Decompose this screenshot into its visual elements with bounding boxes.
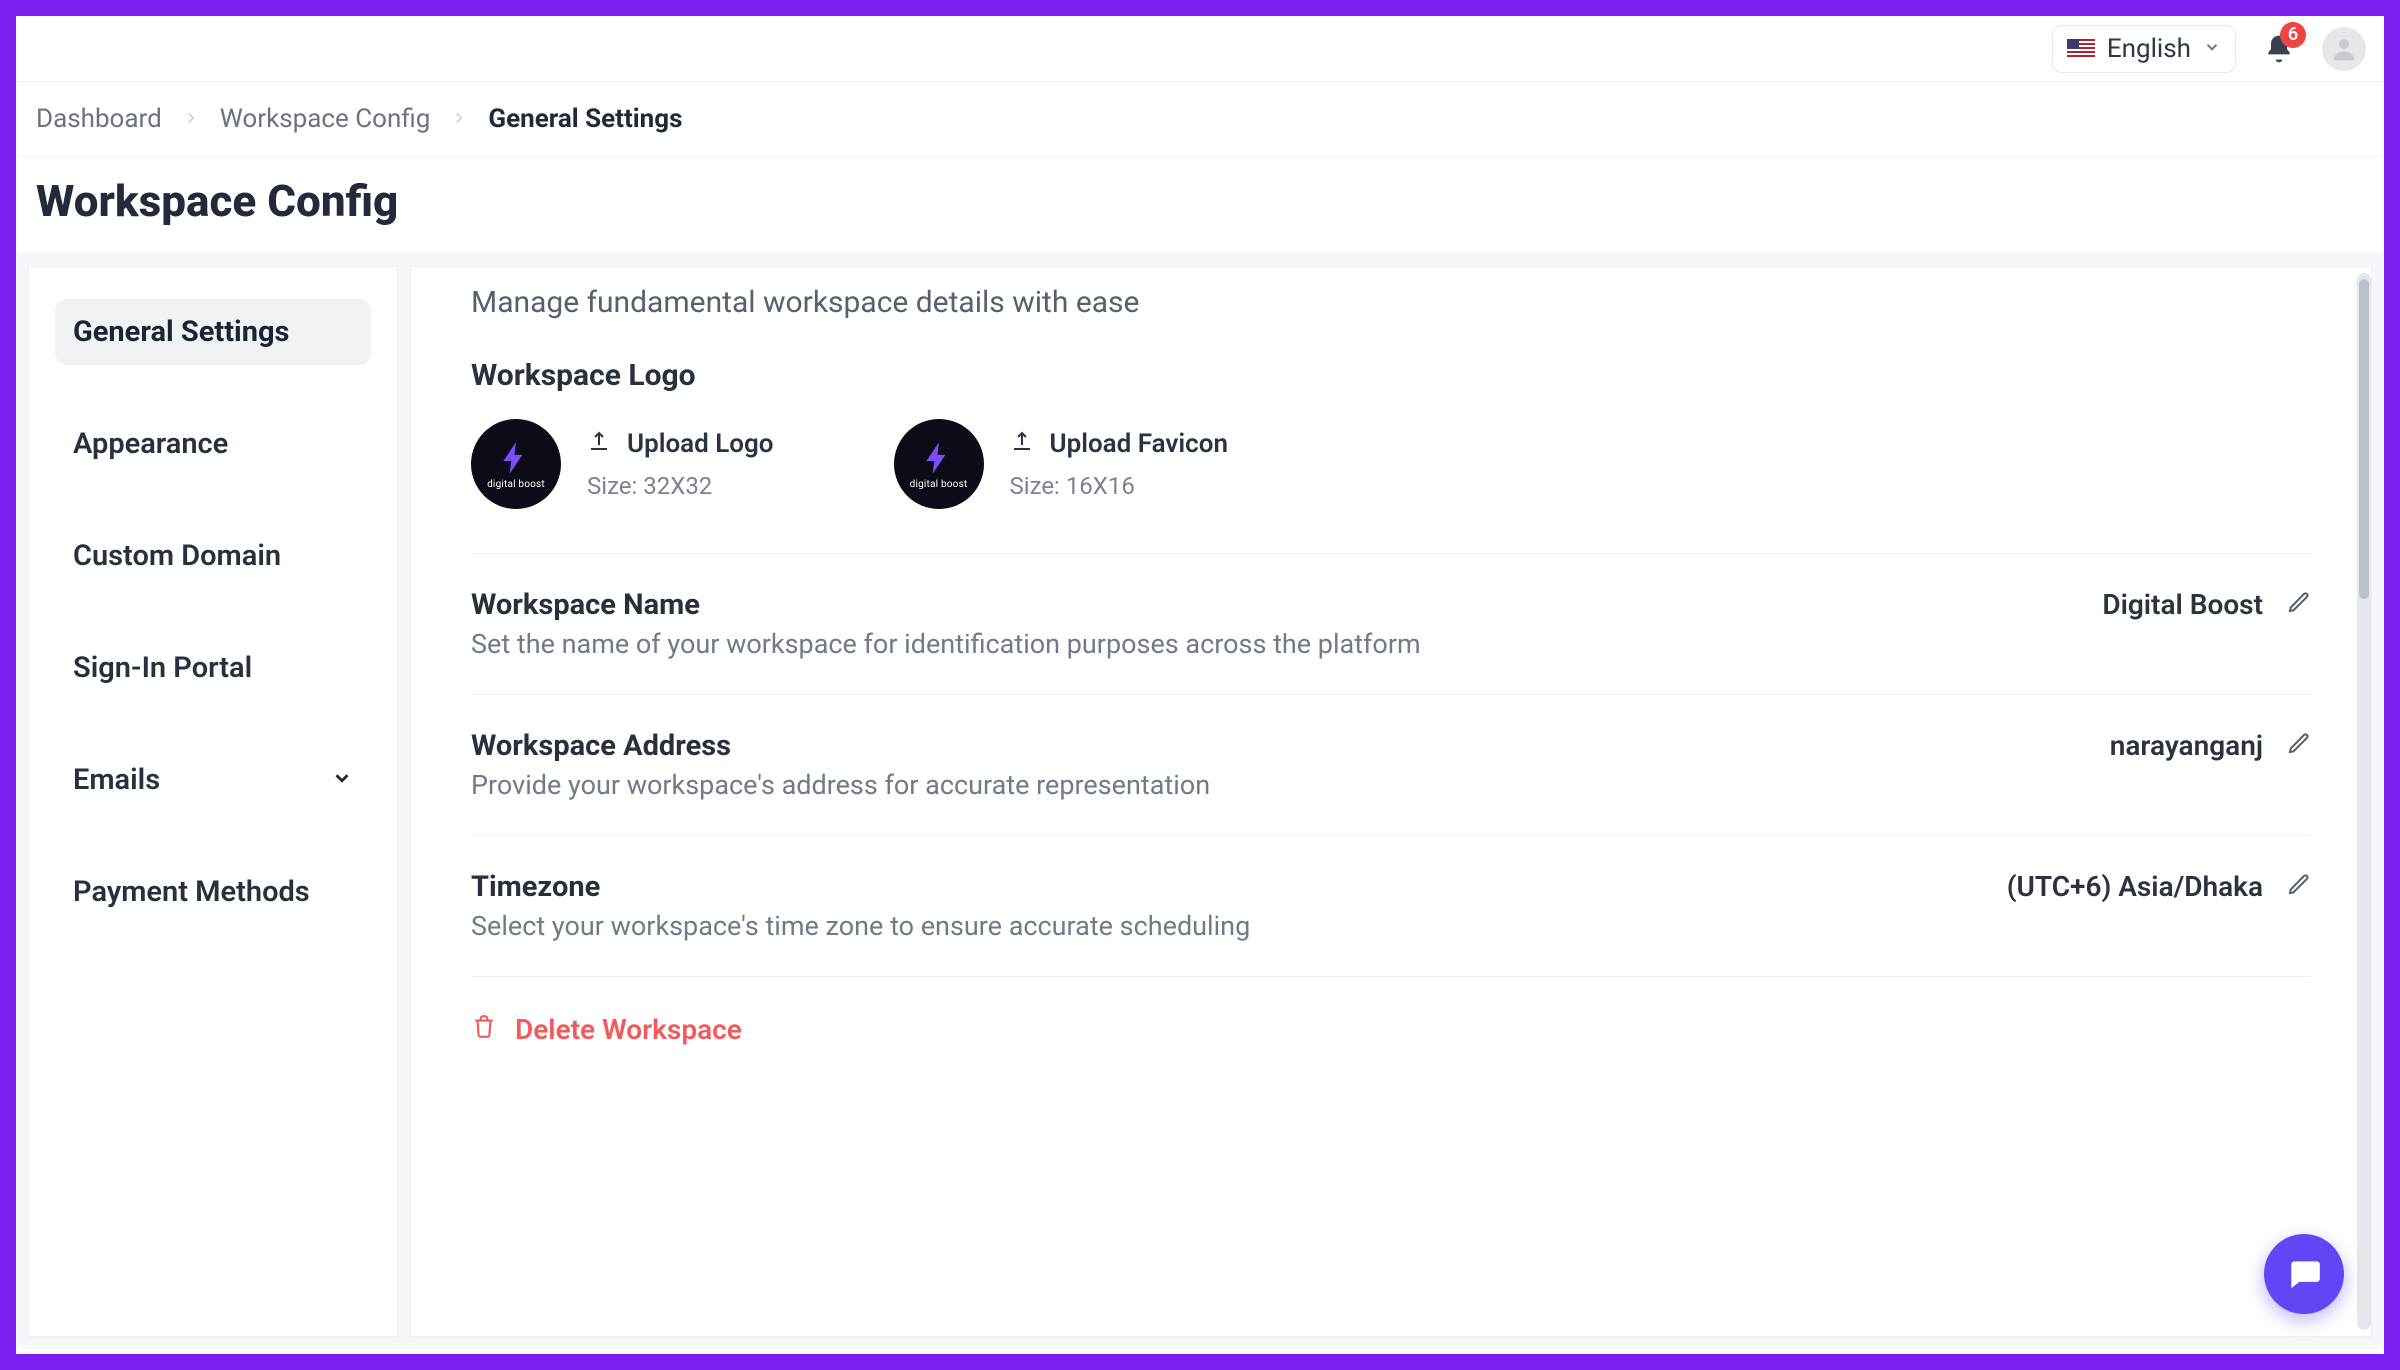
sidebar-item-label: Appearance [73, 427, 228, 461]
logo-badge-text: digital boost [487, 479, 545, 490]
delete-workspace-button[interactable]: Delete Workspace [471, 1013, 2311, 1046]
chevron-right-icon [450, 104, 468, 134]
breadcrumb-item-workspace-config[interactable]: Workspace Config [220, 104, 431, 134]
upload-icon [1010, 429, 1034, 460]
scrollbar[interactable] [2357, 273, 2371, 1330]
sidebar-item-emails[interactable]: Emails [55, 747, 371, 813]
setting-title: Workspace Name [471, 588, 2072, 622]
avatar[interactable] [2322, 27, 2366, 71]
setting-description: Provide your workspace's address for acc… [471, 769, 2080, 801]
scrollbar-thumb[interactable] [2359, 279, 2369, 599]
logo-badge-text: digital boost [910, 479, 968, 490]
upload-favicon-size: Size: 16X16 [1010, 472, 1228, 500]
breadcrumb-item-dashboard[interactable]: Dashboard [36, 104, 162, 134]
section-title-workspace-logo: Workspace Logo [471, 358, 2311, 393]
language-selector[interactable]: English [2052, 25, 2236, 73]
sidebar-item-custom-domain[interactable]: Custom Domain [55, 523, 371, 589]
sidebar-item-label: General Settings [73, 315, 289, 349]
sidebar-item-label: Payment Methods [73, 875, 310, 909]
sidebar: General Settings Appearance Custom Domai… [28, 266, 398, 1337]
content-subheading: Manage fundamental workspace details wit… [471, 285, 2311, 320]
upload-logo-button[interactable]: Upload Logo [587, 429, 774, 460]
chevron-down-icon [331, 763, 353, 797]
upload-favicon-label: Upload Favicon [1050, 429, 1228, 459]
sidebar-item-appearance[interactable]: Appearance [55, 411, 371, 477]
setting-description: Select your workspace's time zone to ens… [471, 910, 1977, 942]
setting-value: Digital Boost [2102, 588, 2263, 621]
setting-title: Workspace Address [471, 729, 2080, 763]
notifications-button[interactable]: 6 [2262, 32, 2296, 66]
sidebar-item-sign-in-portal[interactable]: Sign-In Portal [55, 635, 371, 701]
upload-logo-label: Upload Logo [627, 429, 774, 459]
edit-timezone-button[interactable] [2287, 870, 2311, 903]
trash-icon [471, 1013, 497, 1046]
delete-workspace-label: Delete Workspace [515, 1013, 742, 1046]
sidebar-item-label: Sign-In Portal [73, 651, 252, 685]
language-label: English [2107, 34, 2191, 64]
setting-title: Timezone [471, 870, 1977, 904]
content-panel: Manage fundamental workspace details wit… [410, 266, 2372, 1337]
workspace-logo-preview: digital boost [471, 419, 561, 509]
edit-workspace-address-button[interactable] [2287, 729, 2311, 762]
upload-logo-size: Size: 32X32 [587, 472, 774, 500]
sidebar-item-label: Emails [73, 763, 160, 797]
sidebar-item-label: Custom Domain [73, 539, 281, 573]
sidebar-item-payment-methods[interactable]: Payment Methods [55, 859, 371, 925]
flag-us-icon [2067, 39, 2095, 59]
setting-row-workspace-address: Workspace Address Provide your workspace… [471, 695, 2311, 836]
setting-value: narayanganj [2110, 729, 2263, 762]
upload-icon [587, 429, 611, 460]
breadcrumb-item-general-settings: General Settings [488, 104, 682, 134]
chevron-right-icon [182, 104, 200, 134]
setting-value: (UTC+6) Asia/Dhaka [2007, 870, 2263, 903]
setting-row-workspace-name: Workspace Name Set the name of your work… [471, 554, 2311, 695]
page-title: Workspace Config [16, 157, 2384, 254]
notification-badge: 6 [2280, 22, 2306, 48]
setting-description: Set the name of your workspace for ident… [471, 628, 2072, 660]
workspace-favicon-preview: digital boost [894, 419, 984, 509]
sidebar-item-general-settings[interactable]: General Settings [55, 299, 371, 365]
chat-fab-button[interactable] [2264, 1234, 2344, 1314]
setting-row-timezone: Timezone Select your workspace's time zo… [471, 836, 2311, 977]
breadcrumb: Dashboard Workspace Config General Setti… [16, 82, 2384, 157]
chevron-down-icon [2203, 38, 2221, 60]
edit-workspace-name-button[interactable] [2287, 588, 2311, 621]
upload-favicon-button[interactable]: Upload Favicon [1010, 429, 1228, 460]
